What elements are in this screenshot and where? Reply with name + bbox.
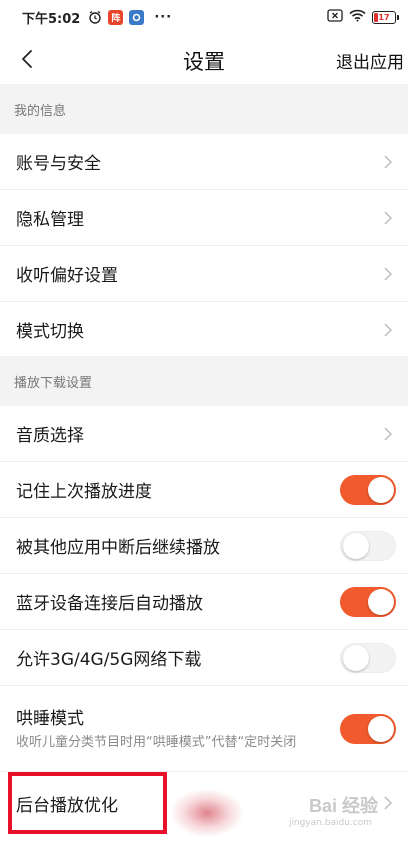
chevron-right-icon <box>382 426 394 441</box>
wifi-icon <box>349 9 366 26</box>
row-mobile-download: 允许3G/4G/5G网络下载 <box>0 630 408 686</box>
row-label: 模式切换 <box>16 322 84 342</box>
app-red-badge-icon: 阵 <box>108 9 124 25</box>
row-resume-after-interrupt: 被其他应用中断后继续播放 <box>0 518 408 574</box>
row-label: 允许3G/4G/5G网络下载 <box>16 650 202 670</box>
chevron-right-icon <box>382 154 394 169</box>
chevron-right-icon <box>382 210 394 225</box>
row-label: 记住上次播放进度 <box>16 482 152 502</box>
battery-icon: 17 <box>372 10 399 24</box>
row-label: 账号与安全 <box>16 154 101 174</box>
chevron-right-icon <box>382 796 394 810</box>
row-label: 被其他应用中断后继续播放 <box>16 538 220 558</box>
more-dots-icon: ··· <box>154 9 173 25</box>
battery-level: 17 <box>378 12 390 22</box>
status-time: 下午5:02 <box>22 11 81 27</box>
app-blue-badge-icon <box>129 9 145 25</box>
row-label: 音质选择 <box>16 426 84 446</box>
row-label: 哄睡模式 <box>16 709 84 729</box>
row-label: 后台播放优化 <box>16 795 118 816</box>
row-audio-quality[interactable]: 音质选择 <box>0 406 408 462</box>
row-listening-preferences[interactable]: 收听偏好设置 <box>0 246 408 302</box>
nav-bar: 设置 退出应用 <box>0 34 408 84</box>
chevron-right-icon <box>382 266 394 281</box>
row-background-playback[interactable]: 后台播放优化 <box>0 772 408 834</box>
row-mode-switch[interactable]: 模式切换 <box>0 302 408 358</box>
row-remember-progress: 记住上次播放进度 <box>0 462 408 518</box>
exit-app-button[interactable]: 退出应用 <box>336 48 404 73</box>
alarm-icon <box>88 10 102 24</box>
sim-x-icon <box>327 8 343 26</box>
row-bluetooth-autoplay: 蓝牙设备连接后自动播放 <box>0 574 408 630</box>
row-label: 收听偏好设置 <box>16 266 118 286</box>
row-privacy[interactable]: 隐私管理 <box>0 190 408 246</box>
chevron-right-icon <box>382 322 394 337</box>
row-sublabel: 收听儿童分类节目时用“哄睡模式”代替“定时关闭 <box>16 735 297 750</box>
row-label: 隐私管理 <box>16 210 84 230</box>
status-bar: 下午5:02 阵 ··· 17 <box>0 0 408 34</box>
resume-after-interrupt-toggle[interactable] <box>340 530 396 561</box>
back-button[interactable] <box>12 44 42 74</box>
chevron-left-icon <box>22 50 32 68</box>
row-sleep-mode: 哄睡模式 收听儿童分类节目时用“哄睡模式”代替“定时关闭 <box>0 686 408 772</box>
mobile-download-toggle[interactable] <box>340 642 396 673</box>
row-label: 蓝牙设备连接后自动播放 <box>16 594 203 614</box>
section-header-playback: 播放下载设置 <box>0 356 408 406</box>
remember-progress-toggle[interactable] <box>340 474 396 505</box>
sleep-mode-toggle[interactable] <box>340 713 396 744</box>
section-header-my-info: 我的信息 <box>0 84 408 134</box>
bluetooth-autoplay-toggle[interactable] <box>340 586 396 617</box>
row-account-security[interactable]: 账号与安全 <box>0 134 408 190</box>
